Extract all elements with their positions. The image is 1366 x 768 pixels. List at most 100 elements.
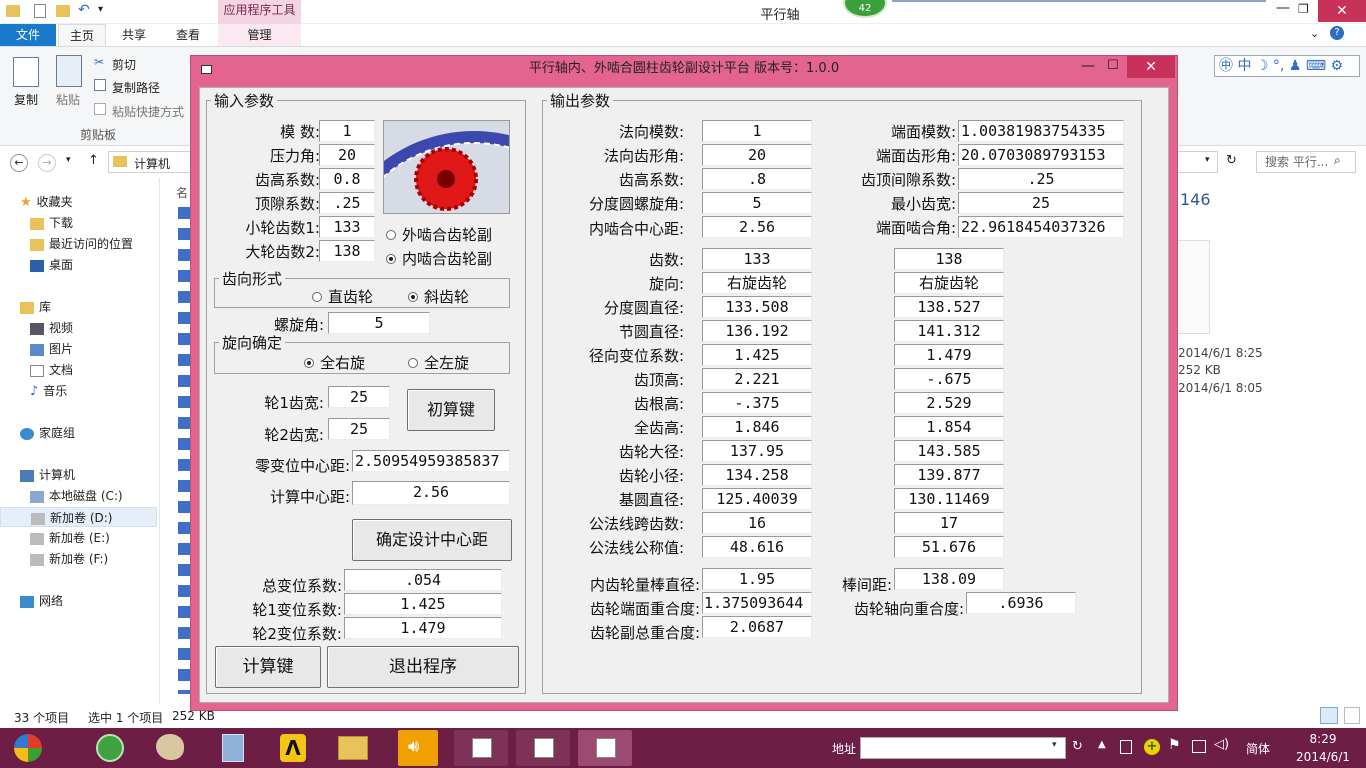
nav-videos[interactable]: 视频: [30, 318, 73, 338]
file-list-header[interactable]: 名: [176, 184, 188, 201]
nav-drive-e[interactable]: 新加卷 (E:): [30, 528, 110, 548]
flag-icon[interactable]: ⚑: [1168, 737, 1181, 753]
nav-computer[interactable]: 计算机: [20, 465, 75, 485]
nav-favorites[interactable]: ★ 收藏夹: [20, 192, 73, 212]
clearance-coef-input[interactable]: .25: [319, 192, 375, 214]
paste-icon[interactable]: [56, 55, 82, 87]
taskbar-app-calculator[interactable]: [206, 730, 260, 766]
nav-desktop[interactable]: 桌面: [30, 255, 73, 275]
nav-network[interactable]: 网络: [20, 591, 63, 611]
addendum-coef-input[interactable]: 0.8: [319, 168, 375, 190]
tray-expand-icon[interactable]: ▲: [1098, 739, 1106, 750]
nav-recent[interactable]: 最近访问的位置: [30, 234, 133, 254]
shift-2-input[interactable]: 1.479: [344, 617, 502, 639]
nav-documents[interactable]: 文档: [30, 360, 73, 380]
punct-icon[interactable]: °,: [1273, 58, 1284, 74]
nav-homegroup[interactable]: 家庭组: [20, 423, 75, 443]
taskbar-app-audio[interactable]: 🔊︎: [398, 730, 438, 766]
settings-icon[interactable]: ⚙: [1331, 58, 1344, 74]
app-close-button[interactable]: ✕: [1127, 56, 1175, 78]
qat-dropdown-icon[interactable]: ▾: [98, 4, 103, 15]
internal-mesh-radio[interactable]: 内啮合齿轮副: [386, 248, 492, 269]
nav-drive-d[interactable]: 新加卷 (D:): [0, 507, 157, 527]
ime-icon[interactable]: ㊥: [1219, 58, 1233, 74]
taskbar-app-explorer[interactable]: [326, 730, 380, 766]
recent-dropdown-icon[interactable]: ▾: [66, 155, 71, 165]
clock-time[interactable]: 8:29: [1290, 732, 1356, 746]
refresh-icon[interactable]: ↻: [1226, 153, 1237, 168]
taskbar-window-1[interactable]: [454, 730, 508, 766]
volume-icon[interactable]: ◁): [1214, 737, 1229, 752]
new-folder-icon[interactable]: [56, 5, 70, 17]
undo-icon[interactable]: ↶: [78, 2, 90, 18]
app-maximize-icon[interactable]: ☐: [1107, 58, 1119, 73]
exit-button[interactable]: 退出程序: [327, 646, 519, 688]
all-left-hand-radio[interactable]: 全左旋: [408, 352, 469, 373]
taskbar-window-3[interactable]: [578, 730, 632, 766]
nav-music[interactable]: ♪ 音乐: [30, 381, 67, 401]
module-input[interactable]: 1: [319, 120, 375, 142]
back-icon[interactable]: ←: [10, 154, 28, 172]
taskbar-window-2[interactable]: [516, 730, 570, 766]
nav-downloads[interactable]: 下载: [30, 213, 73, 233]
start-button[interactable]: [4, 730, 54, 766]
calc-center-input[interactable]: 2.56: [352, 481, 510, 505]
copy-button[interactable]: 复制: [8, 91, 44, 108]
close-button[interactable]: ✕: [1318, 0, 1366, 22]
keyboard-icon[interactable]: ⌨: [1306, 58, 1326, 74]
paste-shortcut-button[interactable]: 粘贴快捷方式: [112, 103, 184, 120]
calculate-button[interactable]: 计算键: [215, 646, 321, 688]
tray-plus-icon[interactable]: +: [1144, 739, 1160, 755]
gear-teeth-input[interactable]: 138: [319, 240, 375, 262]
address-dropdown-icon[interactable]: ▾: [1205, 155, 1210, 165]
tab-home[interactable]: 主页: [58, 24, 106, 46]
taskbar-app-ie[interactable]: [84, 730, 138, 766]
details-view-icon[interactable]: [1320, 707, 1338, 724]
minimize-icon[interactable]: —: [1276, 0, 1290, 16]
face-width-1-input[interactable]: 25: [328, 386, 390, 408]
paste-button[interactable]: 粘贴: [50, 91, 86, 108]
chinese-mode-icon[interactable]: 中: [1237, 58, 1251, 74]
tab-share[interactable]: 共享: [110, 24, 158, 46]
zero-shift-center-input[interactable]: 2.50954959385837: [352, 450, 510, 472]
large-icons-view-icon[interactable]: [1344, 707, 1360, 724]
total-shift-input[interactable]: .054: [344, 569, 502, 591]
maximize-icon[interactable]: ❐: [1298, 2, 1309, 16]
properties-icon[interactable]: [34, 4, 46, 18]
helix-angle-input[interactable]: 5: [328, 312, 430, 334]
ribbon-collapse-icon[interactable]: ⌄: [1310, 27, 1319, 40]
copy-path-icon[interactable]: [94, 79, 106, 91]
search-icon[interactable]: ⌕: [1334, 153, 1341, 168]
tab-view[interactable]: 查看: [164, 24, 212, 46]
shift-1-input[interactable]: 1.425: [344, 593, 502, 615]
nav-drive-c[interactable]: 本地磁盘 (C:): [30, 486, 123, 506]
taskbar-app-paint[interactable]: [144, 730, 198, 766]
search-input[interactable]: 搜索 平行...: [1256, 151, 1356, 173]
nav-drive-f[interactable]: 新加卷 (F:): [30, 549, 108, 569]
tab-manage[interactable]: 管理: [218, 24, 301, 46]
moon-icon[interactable]: ☽: [1256, 58, 1269, 74]
face-width-2-input[interactable]: 25: [328, 418, 390, 440]
nav-libraries[interactable]: 库: [20, 297, 51, 317]
shortcut-icon[interactable]: [94, 103, 106, 115]
address-toolbar-input[interactable]: [860, 737, 1066, 759]
scissors-icon[interactable]: ✂: [94, 55, 104, 69]
clock-date[interactable]: 2014/6/1: [1290, 750, 1356, 764]
go-icon[interactable]: ↻: [1072, 739, 1083, 754]
user-icon[interactable]: ♟: [1289, 58, 1302, 74]
taskbar-app-mapgis[interactable]: Λ: [266, 730, 320, 766]
tab-file[interactable]: 文件: [0, 24, 56, 46]
copy-path-button[interactable]: 复制路径: [112, 79, 160, 96]
cut-button[interactable]: 剪切: [112, 56, 136, 73]
network-tray-icon[interactable]: [1192, 740, 1206, 753]
pressure-angle-input[interactable]: 20: [319, 144, 375, 166]
copy-icon[interactable]: [13, 57, 39, 87]
initial-calc-button[interactable]: 初算键: [407, 389, 495, 431]
help-icon[interactable]: ?: [1330, 26, 1344, 40]
forward-icon[interactable]: →: [38, 154, 56, 172]
all-right-hand-radio[interactable]: 全右旋: [304, 352, 365, 373]
external-mesh-radio[interactable]: 外啮合齿轮副: [386, 224, 492, 245]
pinion-teeth-input[interactable]: 133: [319, 216, 375, 238]
up-icon[interactable]: ↑: [88, 153, 99, 168]
tray-app-icon[interactable]: [1120, 740, 1132, 754]
